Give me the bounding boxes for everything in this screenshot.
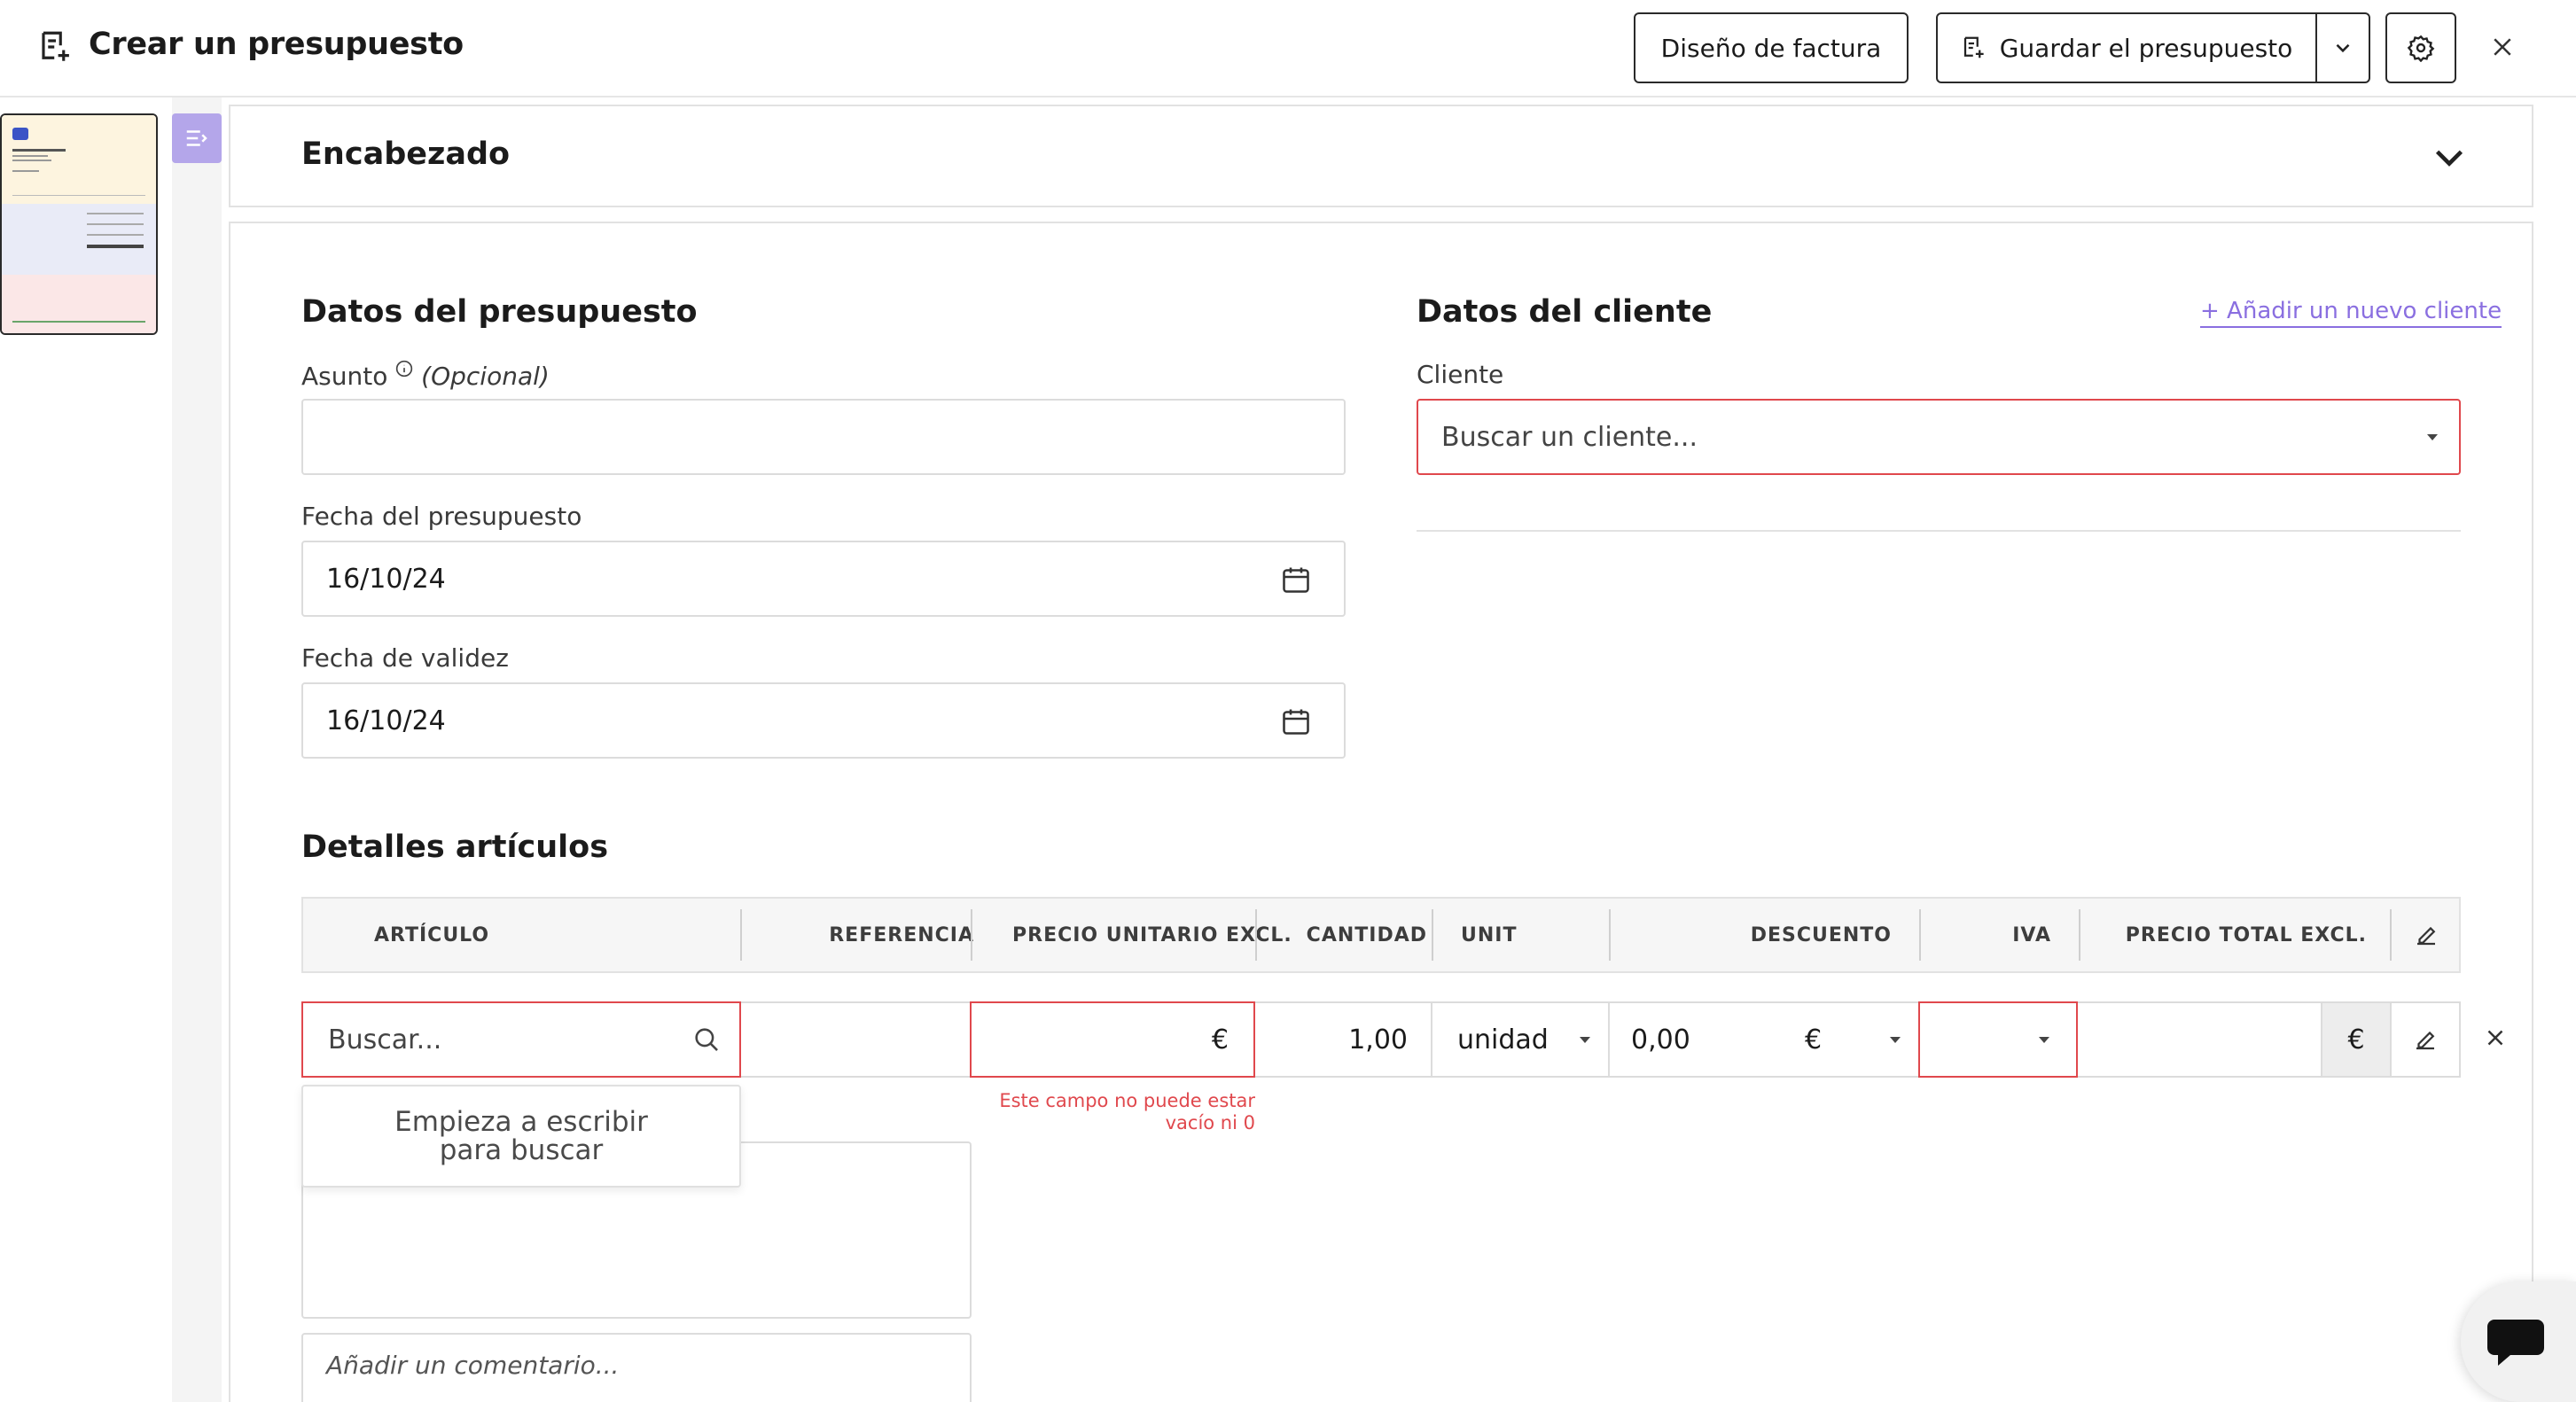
- items-section-title: Detalles artículos: [301, 830, 609, 865]
- save-quote-icon: [1963, 36, 1984, 58]
- add-new-client-link[interactable]: + Añadir un nuevo cliente: [2200, 298, 2502, 328]
- validity-date-value: 16/10/24: [326, 705, 446, 736]
- caret-down-icon: [1580, 1037, 1590, 1043]
- column-header-reference: REFERENCIA: [829, 923, 974, 946]
- column-header-total: PRECIO TOTAL EXCL.: [2125, 923, 2367, 946]
- document-preview-thumbnail[interactable]: [0, 113, 158, 335]
- item-unit-select[interactable]: unidad: [1431, 1001, 1610, 1078]
- quote-data-title: Datos del presupuesto: [301, 294, 698, 330]
- quote-date-label: Fecha del presupuesto: [301, 502, 582, 531]
- item-total-input[interactable]: [2076, 1001, 2322, 1078]
- chevron-down-icon[interactable]: [2429, 136, 2470, 177]
- item-quantity-value: 1,00: [1348, 1024, 1408, 1055]
- subject-input[interactable]: [301, 399, 1346, 475]
- document-preview-image: [2, 115, 156, 333]
- chat-support-button[interactable]: [2461, 1281, 2576, 1402]
- subject-label: Asunto: [301, 362, 388, 391]
- column-header-unit: UNIT: [1461, 923, 1518, 946]
- item-search-input[interactable]: Buscar...: [301, 1001, 741, 1078]
- item-search-hint-text: Empieza a escribir para buscar: [394, 1106, 648, 1166]
- client-section-divider: [1417, 530, 2461, 532]
- save-quote-label: Guardar el presupuesto: [1999, 33, 2293, 63]
- column-separator: [1919, 909, 1921, 961]
- client-data-title: Datos del cliente: [1417, 294, 1713, 330]
- edit-columns-icon[interactable]: [2413, 922, 2439, 948]
- caret-down-icon: [2039, 1037, 2049, 1043]
- item-comment-input[interactable]: Añadir un comentario...: [301, 1333, 972, 1402]
- column-separator: [2390, 909, 2392, 961]
- item-quantity-input[interactable]: 1,00: [1253, 1001, 1432, 1078]
- save-quote-button[interactable]: Guardar el presupuesto: [1936, 12, 2317, 83]
- search-icon: [695, 1028, 718, 1051]
- header-section-panel[interactable]: Encabezado: [229, 105, 2533, 207]
- top-bar: Crear un presupuesto Diseño de factura G…: [0, 0, 2576, 97]
- chevron-down-icon: [2336, 43, 2350, 53]
- close-icon: [2494, 38, 2511, 56]
- save-options-dropdown[interactable]: [2315, 12, 2370, 83]
- item-search-placeholder: Buscar...: [328, 1024, 442, 1055]
- settings-button[interactable]: [2385, 12, 2456, 83]
- header-section-title: Encabezado: [301, 136, 511, 172]
- preview-gutter: [172, 97, 222, 1402]
- gear-icon: [2407, 35, 2435, 62]
- column-header-unit-price: PRECIO UNITARIO EXCL.: [1012, 923, 1292, 946]
- calendar-icon[interactable]: [1280, 705, 1312, 737]
- column-header-article: ARTÍCULO: [374, 923, 490, 946]
- close-button[interactable]: [2482, 27, 2523, 67]
- validity-date-label: Fecha de validez: [301, 643, 509, 673]
- unit-price-error-message: Este campo no puede estar vacío ni 0: [999, 1090, 1255, 1133]
- invoice-design-button[interactable]: Diseño de factura: [1634, 12, 1909, 83]
- chat-bubble-icon: [2487, 1320, 2544, 1366]
- column-header-discount: DESCUENTO: [1750, 923, 1892, 946]
- quote-date-input[interactable]: 16/10/24: [301, 541, 1346, 617]
- client-search-select[interactable]: Buscar un cliente...: [1417, 399, 2461, 475]
- item-discount-value: 0,00: [1631, 1024, 1690, 1055]
- total-currency-addon: €: [2321, 1001, 2392, 1078]
- discount-currency-select[interactable]: €: [1805, 1024, 1822, 1055]
- column-header-quantity: CANTIDAD: [1306, 923, 1427, 946]
- total-currency: €: [2347, 1024, 2365, 1055]
- subject-label-group: Asunto (Opcional): [301, 360, 550, 391]
- item-unit-price-input[interactable]: €: [970, 1001, 1255, 1078]
- page-title: Crear un presupuesto: [89, 27, 464, 62]
- column-header-vat: IVA: [2012, 923, 2051, 946]
- edit-row-button[interactable]: [2390, 1001, 2461, 1078]
- item-search-hint-dropdown: Empieza a escribir para buscar: [301, 1085, 741, 1188]
- quote-document-icon: [42, 31, 69, 61]
- column-separator: [1609, 909, 1611, 961]
- item-vat-select[interactable]: [1918, 1001, 2078, 1078]
- column-separator: [1432, 909, 1433, 961]
- items-table-header: ARTÍCULO REFERENCIA PRECIO UNITARIO EXCL…: [301, 897, 2461, 973]
- quote-date-value: 16/10/24: [326, 563, 446, 595]
- item-unit-value: unidad: [1457, 1024, 1549, 1055]
- subject-optional-label: (Opcional): [421, 362, 550, 391]
- info-icon[interactable]: [395, 360, 413, 378]
- remove-row-icon[interactable]: [2482, 1024, 2509, 1051]
- client-search-placeholder: Buscar un cliente...: [1441, 421, 1698, 453]
- item-discount-input[interactable]: 0,00 €: [1608, 1001, 1920, 1078]
- invoice-design-label: Diseño de factura: [1660, 33, 1882, 63]
- unit-price-currency: €: [1211, 1024, 1229, 1055]
- expand-sidebar-icon: [186, 130, 207, 146]
- item-reference-input[interactable]: [739, 1001, 972, 1078]
- column-separator: [2079, 909, 2080, 961]
- sidebar-toggle-button[interactable]: [172, 113, 222, 163]
- caret-down-icon: [1890, 1037, 1901, 1043]
- calendar-icon[interactable]: [1280, 564, 1312, 596]
- client-label: Cliente: [1417, 360, 1504, 389]
- validity-date-input[interactable]: 16/10/24: [301, 682, 1346, 759]
- caret-down-icon: [2427, 434, 2438, 440]
- item-comment-placeholder: Añadir un comentario...: [326, 1351, 620, 1380]
- edit-pencil-icon: [2416, 1031, 2435, 1050]
- column-separator: [971, 909, 972, 961]
